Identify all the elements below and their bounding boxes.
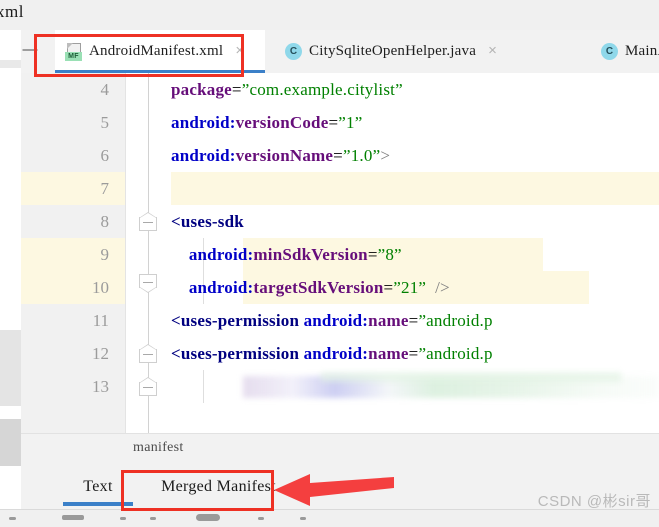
code-line[interactable]: 11 <uses-permission android:name=”android… [21,304,659,337]
tool-blob [9,517,16,520]
top-strip: xml [0,0,659,31]
tool-blob [300,517,306,520]
code-text: <uses-sdk [171,212,244,231]
java-class-icon: C [601,43,618,60]
editor-tab[interactable]: MF AndroidManifest.xml × [55,30,265,73]
code-fold-toggle-icon[interactable] [139,377,157,396]
line-highlight [171,172,659,205]
code-lines: 4 package=”com.example.citylist” 5 android:… [21,73,659,403]
code-text: android:versionCode=”1” [171,113,363,132]
editor-mode-tab[interactable]: Text [55,464,141,509]
close-icon[interactable]: × [485,43,500,59]
manifest-icon-label: MF [65,51,82,61]
top-strip-label: xml [0,2,24,21]
line-number: 8 [100,212,110,231]
code-text: android:minSdkVersion=”8” [188,245,402,264]
line-number: 13 [92,377,109,396]
code-fold-toggle-icon[interactable] [139,212,157,231]
code-line[interactable]: 6 android:versionName=”1.0”> [21,139,659,172]
line-number: 10 [92,278,109,297]
breadcrumb-label[interactable]: manifest [133,440,184,456]
code-line[interactable]: 9 android:minSdkVersion=”8” [21,238,659,271]
code-line[interactable]: 8 <uses-sdk [21,205,659,238]
editor-tab[interactable]: C MainA [591,30,659,73]
editor-mode-tab-label: Text [83,477,113,495]
code-line[interactable]: 12 <uses-permission android:name=”android… [21,337,659,370]
code-line[interactable]: 5 android:versionCode=”1” [21,106,659,139]
code-editor[interactable]: 4 package=”com.example.citylist” 5 android:… [21,73,659,433]
code-fold-toggle-icon[interactable] [139,344,157,363]
active-mode-indicator [63,502,133,506]
left-rail-segment [0,60,21,68]
code-line[interactable]: 7 [21,172,659,205]
editor-tab-bar: — MF AndroidManifest.xml × C CitySqliteOpenH… [21,30,659,74]
line-number: 5 [100,113,110,132]
code-text: android:targetSdkVersion=”21” /> [188,278,450,297]
left-rail-segment [0,330,21,406]
java-class-icon: C [285,43,302,60]
line-number: 4 [100,80,110,99]
manifest-file-icon: MF [65,42,82,61]
code-text: android:versionName=”1.0”> [171,146,391,165]
editor-tab-label: MainA [625,43,659,59]
tool-blob [196,514,220,521]
line-number: 7 [100,179,110,198]
line-number: 6 [100,146,110,165]
collapse-icon[interactable]: — [21,42,39,58]
breadcrumb[interactable]: manifest [21,433,659,465]
line-number: 11 [92,311,109,330]
tool-blob [120,517,126,520]
editor-tab-label: CitySqliteOpenHelper.java [309,43,477,59]
editor-tab-label: AndroidManifest.xml [89,43,224,59]
tool-blob [62,515,84,520]
tool-blob [258,517,264,520]
tool-blob [150,517,156,520]
editor-tab[interactable]: C CitySqliteOpenHelper.java × [275,30,553,73]
editor-mode-tab[interactable]: Merged Manifest [142,464,295,509]
code-line[interactable]: 13 [21,370,659,403]
code-line[interactable]: 4 package=”com.example.citylist” [21,73,659,106]
bottom-tool-strip [0,509,659,527]
redacted-code-region [321,372,621,382]
code-text: <uses-permission android:name=”android.p [171,344,493,363]
code-text: package=”com.example.citylist” [171,80,403,99]
watermark: CSDN @彬sir哥 [537,493,651,510]
ide-window: xml — MF AndroidManifest.xml × C CitySqliteO… [0,0,659,527]
code-fold-toggle-icon[interactable] [139,274,157,293]
line-number: 12 [92,344,109,363]
code-text: <uses-permission android:name=”android.p [171,311,493,330]
left-rail-segment [0,419,21,466]
left-rail [0,30,22,527]
indent-guide [203,370,204,403]
code-line[interactable]: 10 android:targetSdkVersion=”21” /> [21,271,659,304]
line-number: 9 [100,245,110,264]
editor-mode-tab-label: Merged Manifest [161,477,276,495]
close-icon[interactable]: × [232,43,247,59]
